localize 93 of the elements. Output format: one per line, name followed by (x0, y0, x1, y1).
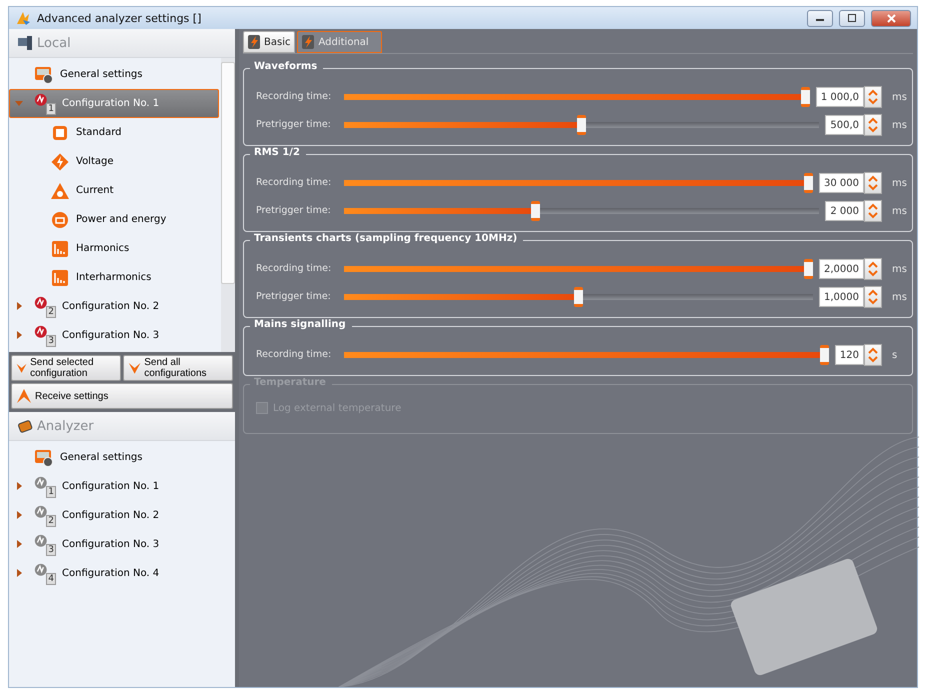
number-field[interactable]: 2 000 (825, 201, 864, 221)
tree-item[interactable]: 2 Configuration No. 2 (9, 292, 219, 321)
group-title: Waveforms (250, 61, 324, 72)
settings-icon (34, 448, 54, 468)
spin-arrows-icon[interactable] (864, 258, 882, 280)
section-title: Local (37, 36, 71, 50)
unit-label: ms (891, 206, 908, 216)
computer-icon (17, 35, 33, 51)
battery-icon (50, 210, 70, 230)
tree-item[interactable]: Standard (9, 118, 219, 147)
slider-thumb[interactable] (804, 259, 813, 279)
tree-item[interactable]: General settings (9, 443, 233, 472)
scrollbar[interactable] (221, 58, 235, 352)
config-number: 2 (46, 306, 56, 318)
group-title: Transients charts (sampling frequency 10MHz) (250, 233, 524, 244)
tree-item[interactable]: Voltage (9, 147, 219, 176)
app-logo-icon (15, 10, 31, 26)
config-number: 4 (46, 572, 56, 584)
config-number: 2 (46, 514, 56, 526)
config-number: 3 (46, 334, 56, 346)
group-title: RMS 1/2 (250, 147, 306, 158)
maximize-icon (848, 14, 856, 22)
unit-label: ms (891, 92, 908, 102)
field-label: Pretrigger time: (256, 118, 332, 132)
unit-label: ms (891, 292, 908, 302)
slider-thumb[interactable] (574, 287, 583, 307)
expand-arrow-icon[interactable] (15, 331, 23, 339)
slider-thumb[interactable] (800, 87, 810, 107)
field-label: Pretrigger time: (256, 204, 332, 218)
expand-arrow-icon[interactable] (15, 482, 23, 490)
spin-arrows-icon[interactable] (864, 86, 882, 108)
receive-button[interactable]: Receive settings (11, 383, 233, 409)
tree-item[interactable]: Current (9, 176, 219, 205)
slider-thumb[interactable] (820, 345, 829, 365)
spin-arrows-icon[interactable] (864, 344, 882, 366)
tree-item[interactable]: 3 Configuration No. 3 (9, 530, 233, 559)
tree-item[interactable]: 2 Configuration No. 2 (9, 501, 233, 530)
close-icon (886, 14, 896, 22)
unit-label: ms (891, 120, 908, 130)
field-label: Recording time: (256, 176, 332, 190)
field-label: Pretrigger time: (256, 290, 332, 304)
field-label: Recording time: (256, 262, 332, 276)
spin-arrows-icon[interactable] (864, 114, 882, 136)
settings-icon (34, 64, 54, 84)
bar-chart-icon (50, 238, 70, 258)
section-title: Analyzer (37, 418, 94, 434)
minimize-button[interactable] (807, 10, 833, 26)
spin-arrows-icon[interactable] (864, 172, 882, 194)
tree-item[interactable]: 3 Configuration No. 3 (9, 321, 219, 350)
lightning-icon (248, 35, 260, 49)
number-field[interactable]: 1 000,0 (816, 87, 864, 107)
config-number: 1 (46, 486, 56, 498)
send-button[interactable]: Send all configurations (123, 355, 233, 381)
config-number: 1 (46, 102, 56, 114)
unit-label: s (891, 350, 898, 360)
expand-arrow-icon[interactable] (15, 302, 23, 310)
down-arrow-icon (128, 360, 142, 376)
tree-item[interactable]: Interharmonics (9, 263, 219, 292)
slider-thumb[interactable] (530, 201, 540, 221)
tree-item[interactable]: General settings (9, 60, 219, 89)
tree-item[interactable]: 1 Configuration No. 1 (9, 89, 219, 118)
slider-thumb[interactable] (577, 115, 586, 135)
send-button[interactable]: Send selected configuration (11, 355, 121, 381)
config-number: 3 (46, 544, 56, 556)
number-field[interactable]: 500,0 (825, 115, 864, 135)
spin-arrows-icon[interactable] (864, 286, 882, 308)
field-label: Recording time: (256, 348, 332, 362)
unit-label: ms (891, 178, 908, 188)
up-arrow-icon (16, 388, 32, 404)
tab[interactable]: Basic (243, 31, 296, 53)
number-field[interactable]: 2,0000 (819, 259, 864, 279)
tree-item[interactable]: Power and energy (9, 205, 219, 234)
expand-arrow-icon[interactable] (15, 569, 23, 577)
slider-thumb[interactable] (804, 173, 813, 193)
tree-item[interactable]: 1 Configuration No. 1 (9, 472, 233, 501)
unit-label: ms (891, 264, 908, 274)
expand-arrow-icon[interactable] (15, 511, 23, 519)
tree-item[interactable]: 4 Configuration No. 4 (9, 559, 233, 588)
number-field[interactable]: 30 000 (819, 173, 864, 193)
maximize-button[interactable] (839, 10, 865, 26)
warning-icon (50, 180, 70, 200)
field-label: Recording time: (256, 90, 332, 104)
window-title: Advanced analyzer settings [] (37, 12, 202, 24)
tree-item[interactable]: Harmonics (9, 234, 219, 263)
group-title: Mains signalling (250, 319, 352, 330)
bar-chart-icon (50, 268, 70, 288)
spin-arrows-icon[interactable] (864, 200, 882, 222)
device-icon (17, 418, 33, 434)
number-field[interactable]: 1,0000 (819, 287, 864, 307)
close-button[interactable] (871, 10, 911, 26)
number-field[interactable]: 120 (834, 345, 864, 365)
lightning-icon (302, 35, 314, 49)
expand-arrow-icon[interactable] (15, 540, 23, 548)
